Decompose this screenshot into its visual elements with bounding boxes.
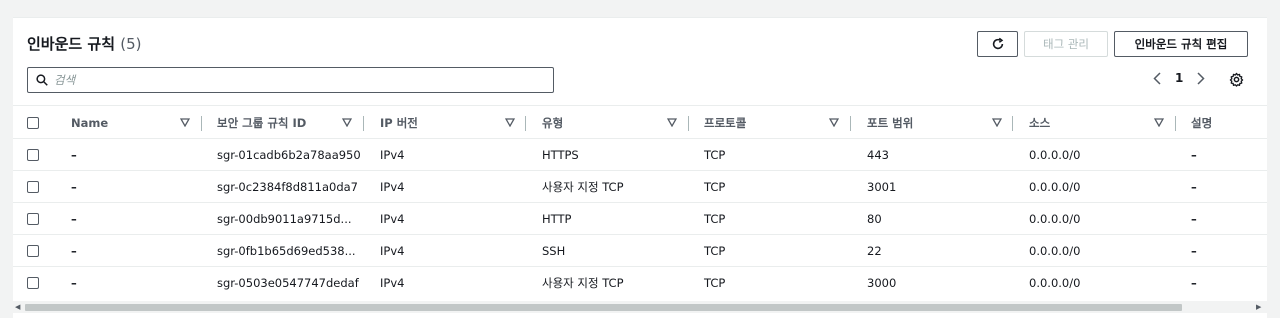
cell-port-range: 3001 — [867, 180, 897, 194]
sort-down-icon[interactable] — [992, 118, 1002, 127]
cell-type: HTTP — [542, 212, 572, 226]
column-resizer[interactable] — [201, 116, 202, 131]
sort-down-icon[interactable] — [829, 118, 839, 127]
cell-source: 0.0.0.0/0 — [1029, 244, 1081, 258]
gear-icon[interactable] — [1229, 72, 1244, 87]
current-page[interactable]: 1 — [1175, 71, 1183, 85]
cell-ip-version: IPv4 — [380, 180, 405, 194]
scroll-right-icon[interactable]: ▶ — [1256, 303, 1261, 311]
search-input[interactable] — [54, 73, 534, 87]
panel-title-text: 인바운드 규칙 — [27, 35, 116, 53]
scroll-left-icon[interactable]: ◀ — [15, 303, 20, 311]
cell-ip-version: IPv4 — [380, 148, 405, 162]
chevron-left-icon[interactable] — [1153, 71, 1161, 85]
cell-type: HTTPS — [542, 148, 579, 162]
cell-name: – — [71, 180, 77, 194]
column-resizer[interactable] — [850, 116, 851, 131]
row-checkbox[interactable] — [27, 181, 39, 193]
table-row[interactable]: – sgr-0503e0547747dedaf IPv4 사용자 지정 TCP … — [13, 267, 1267, 299]
rule-count: (5) — [120, 35, 142, 53]
column-header-source[interactable]: 소스 — [1029, 106, 1050, 140]
scrollbar-thumb[interactable] — [25, 304, 1182, 311]
select-all-checkbox[interactable] — [27, 117, 39, 129]
cell-rule-id: sgr-01cadb6b2a78aa950 — [217, 148, 361, 162]
chevron-right-icon[interactable] — [1197, 71, 1205, 85]
cell-ip-version: IPv4 — [380, 244, 405, 258]
cell-source: 0.0.0.0/0 — [1029, 180, 1081, 194]
table-row[interactable]: – sgr-01cadb6b2a78aa950 IPv4 HTTPS TCP 4… — [13, 139, 1267, 171]
sort-down-icon[interactable] — [505, 118, 515, 127]
cell-port-range: 3000 — [867, 276, 897, 290]
manage-tags-button[interactable]: 태그 관리 — [1024, 31, 1108, 57]
cell-description: – — [1191, 212, 1197, 226]
cell-description: – — [1191, 180, 1197, 194]
inbound-rules-panel: 인바운드 규칙 (5) 태그 관리 인바운드 규칙 편집 1 Name — [13, 17, 1267, 318]
cell-protocol: TCP — [704, 148, 726, 162]
cell-protocol: TCP — [704, 276, 726, 290]
cell-type: 사용자 지정 TCP — [542, 180, 624, 194]
column-resizer[interactable] — [1012, 116, 1013, 131]
cell-name: – — [71, 244, 77, 258]
cell-type: 사용자 지정 TCP — [542, 276, 624, 290]
sort-down-icon[interactable] — [667, 118, 677, 127]
edit-inbound-rules-button[interactable]: 인바운드 규칙 편집 — [1114, 31, 1248, 57]
cell-description: – — [1191, 276, 1197, 290]
column-resizer[interactable] — [525, 116, 526, 131]
column-header-rule-id[interactable]: 보안 그룹 규칙 ID — [217, 106, 306, 140]
column-header-ip-version[interactable]: IP 버전 — [380, 106, 418, 140]
row-checkbox[interactable] — [27, 149, 39, 161]
column-header-type[interactable]: 유형 — [542, 106, 563, 140]
cell-protocol: TCP — [704, 180, 726, 194]
table-row[interactable]: – sgr-00db9011a9715d... IPv4 HTTP TCP 80… — [13, 203, 1267, 235]
cell-description: – — [1191, 148, 1197, 162]
column-header-name[interactable]: Name — [71, 106, 108, 140]
row-checkbox[interactable] — [27, 245, 39, 257]
cell-source: 0.0.0.0/0 — [1029, 148, 1081, 162]
sort-down-icon[interactable] — [342, 118, 352, 127]
cell-port-range: 443 — [867, 148, 889, 162]
cell-name: – — [71, 276, 77, 290]
cell-rule-id: sgr-0fb1b65d69ed538... — [217, 244, 356, 258]
cell-type: SSH — [542, 244, 566, 258]
cell-port-range: 22 — [867, 244, 882, 258]
row-checkbox[interactable] — [27, 277, 39, 289]
cell-rule-id: sgr-0503e0547747dedaf — [217, 276, 359, 290]
cell-protocol: TCP — [704, 244, 726, 258]
row-checkbox[interactable] — [27, 213, 39, 225]
sort-down-icon[interactable] — [1154, 118, 1164, 127]
cell-description: – — [1191, 244, 1197, 258]
sort-down-icon[interactable] — [180, 118, 190, 127]
cell-rule-id: sgr-00db9011a9715d... — [217, 212, 352, 226]
cell-ip-version: IPv4 — [380, 212, 405, 226]
table-row[interactable]: – sgr-0fb1b65d69ed538... IPv4 SSH TCP 22… — [13, 235, 1267, 267]
cell-rule-id: sgr-0c2384f8d811a0da7 — [217, 180, 358, 194]
column-resizer[interactable] — [1175, 116, 1176, 131]
refresh-button[interactable] — [977, 31, 1018, 57]
cell-ip-version: IPv4 — [380, 276, 405, 290]
table-row[interactable]: – sgr-0c2384f8d811a0da7 IPv4 사용자 지정 TCP … — [13, 171, 1267, 203]
column-resizer[interactable] — [688, 116, 689, 131]
search-icon — [36, 74, 48, 86]
cell-port-range: 80 — [867, 212, 882, 226]
panel-title: 인바운드 규칙 (5) — [27, 33, 142, 54]
table-header: Name 보안 그룹 규칙 ID IP 버전 유형 프로토콜 포트 범위 소스 … — [13, 105, 1267, 139]
cell-source: 0.0.0.0/0 — [1029, 212, 1081, 226]
cell-source: 0.0.0.0/0 — [1029, 276, 1081, 290]
column-header-port-range[interactable]: 포트 범위 — [867, 106, 913, 140]
cell-protocol: TCP — [704, 212, 726, 226]
refresh-icon — [992, 37, 1003, 50]
column-header-description[interactable]: 설명 — [1191, 106, 1212, 140]
horizontal-scrollbar[interactable]: ◀ ▶ — [13, 301, 1267, 313]
search-field[interactable] — [27, 67, 554, 93]
cell-name: – — [71, 148, 77, 162]
pagination: 1 — [1153, 71, 1205, 85]
column-resizer[interactable] — [363, 116, 364, 131]
cell-name: – — [71, 212, 77, 226]
column-header-protocol[interactable]: 프로토콜 — [704, 106, 746, 140]
